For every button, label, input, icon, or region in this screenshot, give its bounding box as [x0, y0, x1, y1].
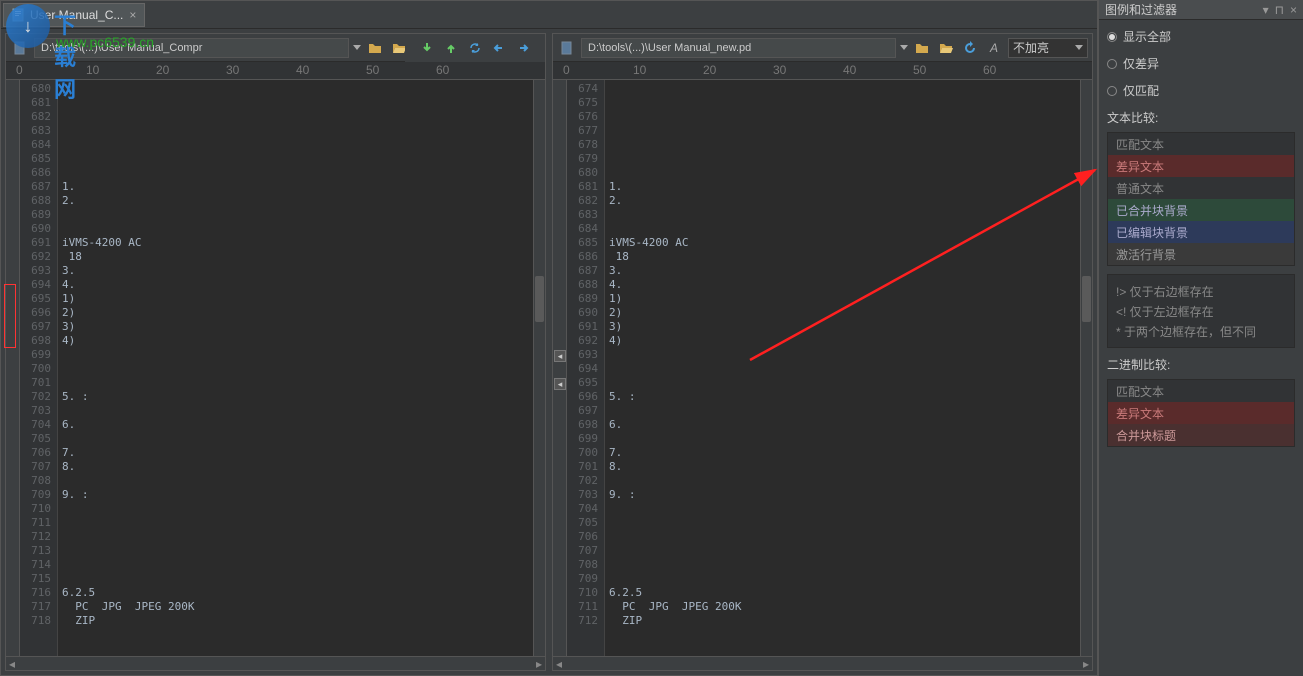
legend-match-text: 匹配文本 — [1108, 133, 1294, 155]
text-compare-label: 文本比较: — [1107, 109, 1295, 126]
panel-title: 图例和过滤器 — [1105, 1, 1177, 18]
diff-gutter: ◂ ◂ — [553, 80, 567, 656]
legend-bin-match: 匹配文本 — [1108, 380, 1294, 402]
scroll-left-icon[interactable]: ◂ — [553, 657, 565, 671]
pin-icon[interactable]: ⊓ — [1275, 3, 1284, 17]
panel-header: 图例和过滤器 ▾ ⊓ × — [1099, 0, 1303, 20]
scroll-right-icon[interactable]: ▸ — [1080, 657, 1092, 671]
right-pane: A 不加亮 0102030405060 ◂ ◂ 6746756766776786… — [552, 33, 1093, 671]
left-pane: A 不加亮 0102030405060 68068168268368468568… — [5, 33, 546, 671]
info-both-diff: * 于两个边框存在，但不同 — [1116, 321, 1286, 341]
radio-match-only[interactable]: 仅匹配 — [1107, 82, 1295, 99]
copy-right-icon[interactable] — [513, 38, 533, 58]
highlight-dropdown[interactable]: 不加亮 — [1008, 38, 1088, 58]
legend-diff-text: 差异文本 — [1108, 155, 1294, 177]
binary-legend: 匹配文本 差异文本 合并块标题 — [1107, 379, 1295, 447]
right-path-input[interactable] — [581, 38, 896, 58]
next-diff-icon[interactable] — [417, 38, 437, 58]
legend-bin-diff: 差异文本 — [1108, 402, 1294, 424]
tabbar: User Manual_C... × — [1, 1, 1097, 29]
left-ruler: 0102030405060 — [6, 62, 545, 80]
legend-bin-merge-title: 合并块标题 — [1108, 424, 1294, 446]
scroll-left-icon[interactable]: ◂ — [6, 657, 18, 671]
sync-icon[interactable] — [465, 38, 485, 58]
info-box: !> 仅于右边框存在 <! 仅于左边框存在 * 于两个边框存在，但不同 — [1107, 274, 1295, 348]
reload-icon[interactable] — [960, 38, 980, 58]
line-number-gutter: 6746756766776786796806816826836846856866… — [567, 80, 605, 656]
legend-merged-bg: 已合并块背景 — [1108, 199, 1294, 221]
radio-show-all[interactable]: 显示全部 — [1107, 28, 1295, 45]
info-left-only: <! 仅于左边框存在 — [1116, 301, 1286, 321]
h-scrollbar[interactable]: ◂ ▸ — [6, 656, 545, 670]
diff-gutter — [6, 80, 20, 656]
doc-icon — [12, 8, 24, 22]
radio-diff-only[interactable]: 仅差异 — [1107, 55, 1295, 72]
folder-open-icon[interactable] — [936, 38, 956, 58]
legend-edited-bg: 已编辑块背景 — [1108, 221, 1294, 243]
left-path-input[interactable] — [34, 38, 349, 58]
radio-icon — [1107, 32, 1117, 42]
scroll-right-icon[interactable]: ▸ — [533, 657, 545, 671]
diff-marker — [4, 284, 16, 348]
right-ruler: 0102030405060 — [553, 62, 1092, 80]
folder-icon[interactable] — [365, 38, 385, 58]
text-legend: 匹配文本 差异文本 普通文本 已合并块背景 已编辑块背景 激活行背景 — [1107, 132, 1295, 266]
legend-active-bg: 激活行背景 — [1108, 243, 1294, 265]
tab-close-icon[interactable]: × — [129, 8, 136, 22]
font-icon[interactable]: A — [984, 38, 1004, 58]
v-scrollbar[interactable] — [1080, 80, 1092, 656]
dropdown-arrow-icon[interactable] — [900, 45, 908, 50]
left-code-editor[interactable]: 1.2.iVMS-4200 AC 183.4.1)2)3)4)5. :6.7.8… — [58, 80, 545, 656]
tab-title: User Manual_C... — [30, 8, 123, 22]
doc-icon — [557, 38, 577, 58]
prev-diff-icon[interactable] — [441, 38, 461, 58]
dropdown-arrow-icon[interactable] — [353, 45, 361, 50]
copy-left-icon[interactable] — [489, 38, 509, 58]
dropdown-icon[interactable]: ▾ — [1263, 3, 1269, 17]
doc-icon — [10, 38, 30, 58]
right-code-editor[interactable]: 1.2.iVMS-4200 AC 183.4.1)2)3)4)5. :6.7.8… — [605, 80, 1092, 656]
merge-arrow-icon[interactable]: ◂ — [554, 378, 566, 392]
radio-icon — [1107, 86, 1117, 96]
folder-icon[interactable] — [912, 38, 932, 58]
middle-toolbar — [405, 34, 545, 62]
merge-arrow-icon[interactable]: ◂ — [554, 350, 566, 364]
legend-normal-text: 普通文本 — [1108, 177, 1294, 199]
legend-filter-panel: 图例和过滤器 ▾ ⊓ × 显示全部 仅差异 仅匹配 文本比较: 匹配文本 — [1098, 0, 1303, 676]
line-number-gutter: 6806816826836846856866876886896906916926… — [20, 80, 58, 656]
v-scrollbar[interactable] — [533, 80, 545, 656]
radio-icon — [1107, 59, 1117, 69]
file-tab[interactable]: User Manual_C... × — [3, 3, 145, 27]
info-right-only: !> 仅于右边框存在 — [1116, 281, 1286, 301]
right-toolbar: A 不加亮 — [553, 34, 1092, 62]
close-icon[interactable]: × — [1290, 3, 1297, 17]
binary-compare-label: 二进制比较: — [1107, 356, 1295, 373]
h-scrollbar[interactable]: ◂ ▸ — [553, 656, 1092, 670]
